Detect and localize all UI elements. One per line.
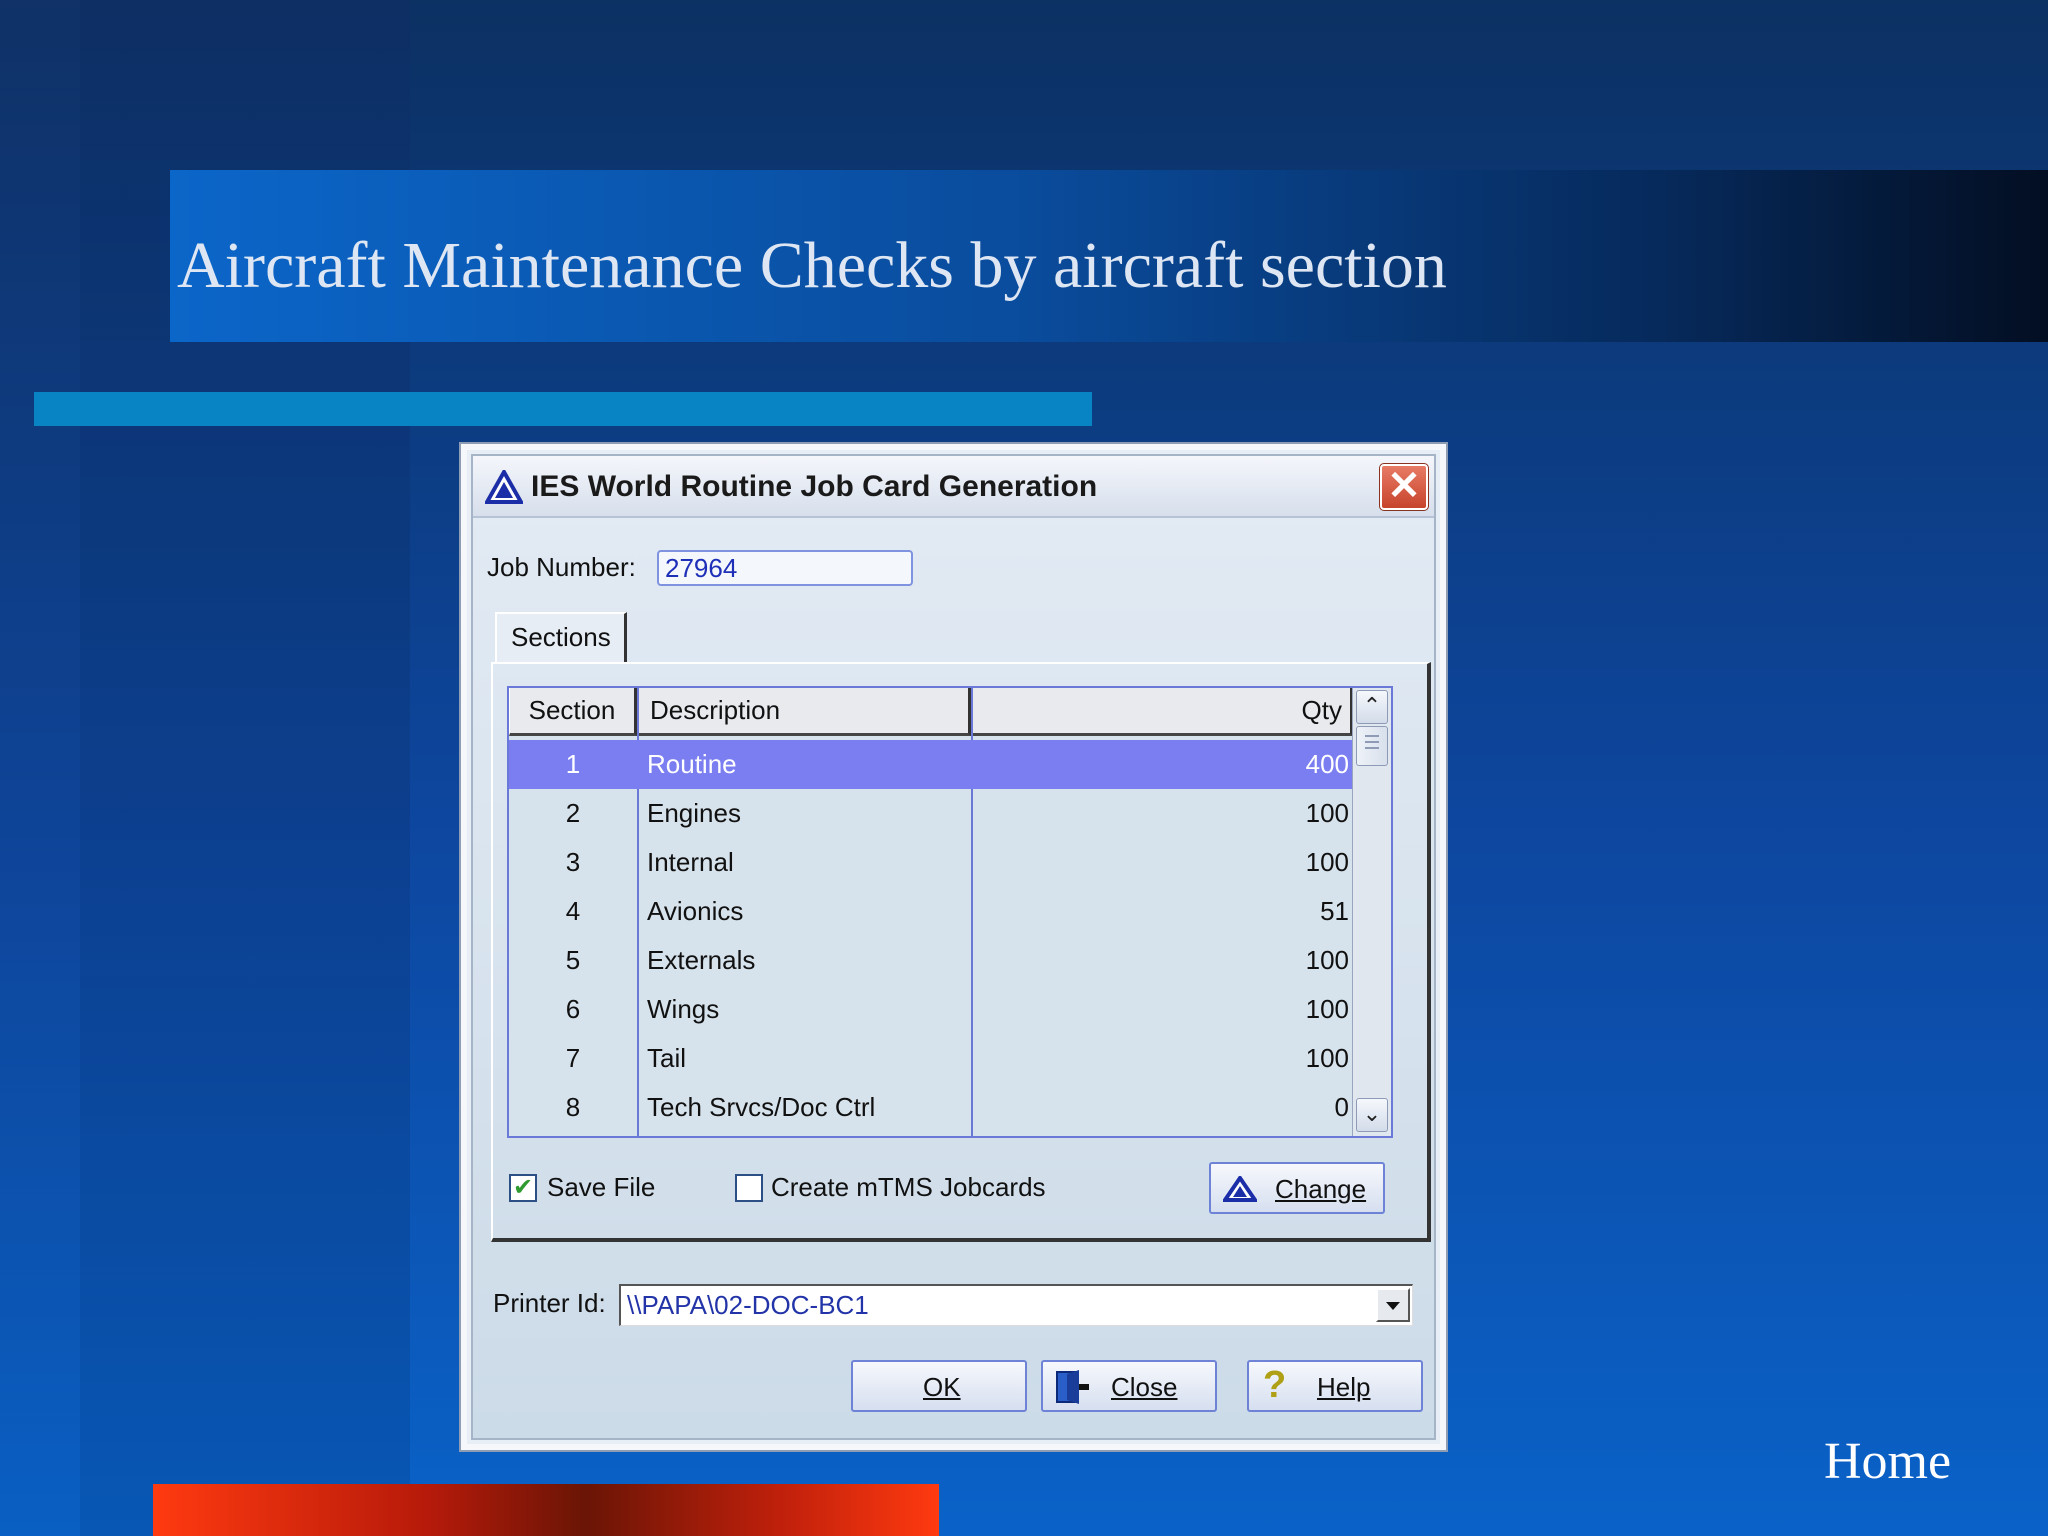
save-file-checkbox[interactable] [509, 1173, 537, 1202]
warning-triangle-icon [485, 470, 523, 504]
scroll-thumb[interactable] [1356, 726, 1388, 766]
cell-description: Avionics [647, 896, 744, 926]
column-header-section[interactable]: Section [509, 688, 637, 736]
cell-qty: 100 [1305, 994, 1349, 1024]
dropdown-arrow-icon[interactable] [1376, 1288, 1410, 1322]
vertical-scrollbar[interactable]: ⌃ ⌄ [1352, 688, 1391, 1136]
cell-section: 2 [565, 798, 581, 828]
ok-button-label: OK [923, 1372, 961, 1402]
chevron-down-icon[interactable]: ⌄ [1356, 1098, 1388, 1132]
table-row[interactable]: 7 Tail 100 [509, 1034, 1353, 1083]
change-button[interactable]: Change [1209, 1162, 1385, 1214]
table-row[interactable]: 2 Engines 100 [509, 789, 1353, 838]
ok-button[interactable]: OK [851, 1360, 1027, 1412]
table-row[interactable]: 5 Externals 100 [509, 936, 1353, 985]
cell-section: 8 [565, 1092, 581, 1122]
cell-qty: 100 [1305, 798, 1349, 828]
close-button[interactable]: Close [1041, 1360, 1217, 1412]
create-mtms-checkbox[interactable] [735, 1174, 763, 1202]
job-number-input[interactable] [657, 550, 913, 586]
close-button-label: Close [1111, 1372, 1178, 1402]
cell-section: 7 [565, 1043, 581, 1073]
cell-description: Engines [647, 798, 741, 828]
printer-id-select[interactable]: \\PAPA\02-DOC-BC1 [619, 1284, 1413, 1326]
sections-panel: Section Description Qty 1 Routine 400 2 … [491, 662, 1431, 1242]
cell-section: 6 [565, 994, 581, 1024]
dialog-titlebar[interactable]: IES World Routine Job Card Generation ✕ [473, 456, 1434, 518]
help-question-icon: ? [1263, 1364, 1287, 1406]
tab-sections[interactable]: Sections [495, 612, 627, 664]
help-button-label: Help [1317, 1372, 1371, 1402]
cell-description: Tech Srvcs/Doc Ctrl [647, 1092, 876, 1122]
cell-section: 3 [565, 847, 581, 877]
create-mtms-label: Create mTMS Jobcards [771, 1172, 1046, 1202]
red-accent-bar [153, 1484, 939, 1536]
table-row[interactable]: 4 Avionics 51 [509, 887, 1353, 936]
cell-qty: 100 [1305, 1043, 1349, 1073]
table-row[interactable]: 3 Internal 100 [509, 838, 1353, 887]
cell-qty: 51 [1320, 896, 1349, 926]
table-row[interactable]: 1 Routine 400 [509, 740, 1353, 789]
accent-bar [34, 392, 1092, 426]
column-header-description[interactable]: Description [637, 688, 971, 736]
cell-description: Internal [647, 847, 734, 877]
chevron-up-icon[interactable]: ⌃ [1356, 690, 1388, 724]
cell-qty: 100 [1305, 847, 1349, 877]
printer-id-value: \\PAPA\02-DOC-BC1 [627, 1290, 869, 1320]
cell-section: 1 [565, 749, 581, 779]
cell-section: 4 [565, 896, 581, 926]
cell-qty: 400 [1305, 749, 1349, 779]
cell-description: Tail [647, 1043, 687, 1073]
dialog-body: IES World Routine Job Card Generation ✕ … [471, 454, 1436, 1440]
printer-id-label: Printer Id: [493, 1288, 606, 1318]
close-icon[interactable]: ✕ [1379, 463, 1429, 511]
cell-description: Externals [647, 945, 756, 975]
home-link[interactable]: Home [1824, 1432, 1951, 1491]
cell-qty: 100 [1305, 945, 1349, 975]
table-row[interactable]: 8 Tech Srvcs/Doc Ctrl 0 [509, 1083, 1353, 1132]
change-button-label: Change [1275, 1174, 1367, 1204]
job-card-dialog: IES World Routine Job Card Generation ✕ … [459, 442, 1448, 1452]
save-file-label: Save File [547, 1172, 656, 1202]
help-button[interactable]: ? Help [1247, 1360, 1423, 1412]
sections-grid[interactable]: Section Description Qty 1 Routine 400 2 … [507, 686, 1393, 1138]
cell-description: Routine [647, 749, 737, 779]
table-row[interactable]: 6 Wings 100 [509, 985, 1353, 1034]
dialog-title: IES World Routine Job Card Generation [531, 470, 1098, 503]
slide-title: Aircraft Maintenance Checks by aircraft … [177, 229, 1447, 302]
cell-description: Wings [647, 994, 720, 1024]
job-number-label: Job Number: [487, 552, 636, 582]
door-exit-icon [1056, 1370, 1089, 1404]
warning-triangle-icon [1223, 1176, 1257, 1202]
cell-section: 5 [565, 945, 581, 975]
column-header-qty[interactable]: Qty [971, 688, 1353, 736]
cell-qty: 0 [1334, 1092, 1349, 1122]
